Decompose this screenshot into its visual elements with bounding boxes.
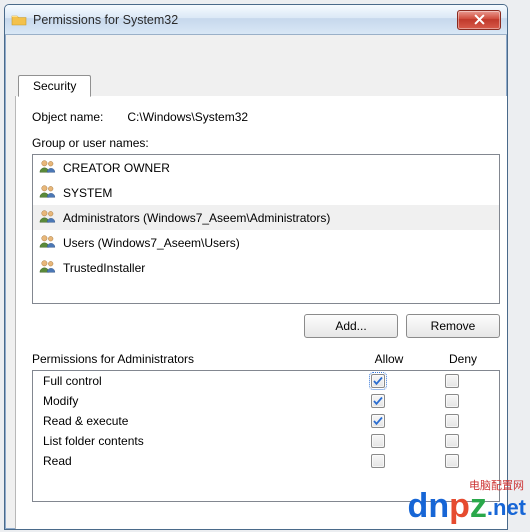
list-item[interactable]: SYSTEM [33, 180, 499, 205]
object-name-label: Object name: [32, 110, 103, 124]
permission-row: Full control [33, 371, 499, 391]
tab-security[interactable]: Security [18, 75, 91, 97]
allow-cell [341, 394, 415, 408]
object-name-row: Object name: C:\Windows\System32 [32, 110, 500, 124]
object-name-value: C:\Windows\System32 [127, 110, 248, 124]
permission-name: Full control [43, 374, 341, 388]
deny-checkbox[interactable] [445, 394, 459, 408]
deny-checkbox[interactable] [445, 434, 459, 448]
list-item[interactable]: CREATOR OWNER [33, 155, 499, 180]
add-button[interactable]: Add... [304, 314, 398, 338]
group-list-label: Group or user names: [32, 136, 500, 150]
list-item[interactable]: TrustedInstaller [33, 255, 499, 280]
permission-name: Read [43, 454, 341, 468]
user-group-icon [39, 208, 57, 227]
allow-checkbox[interactable] [371, 374, 385, 388]
folder-icon [11, 12, 27, 28]
permission-row: Read [33, 451, 499, 471]
deny-cell [415, 454, 489, 468]
allow-checkbox[interactable] [371, 394, 385, 408]
user-group-icon [39, 158, 57, 177]
deny-checkbox[interactable] [445, 414, 459, 428]
list-item-label: Administrators (Windows7_Aseem\Administr… [63, 211, 330, 225]
deny-column-header: Deny [426, 352, 500, 366]
allow-cell [341, 434, 415, 448]
deny-cell [415, 414, 489, 428]
deny-cell [415, 434, 489, 448]
permissions-header: Permissions for Administrators Allow Den… [32, 352, 500, 366]
allow-column-header: Allow [352, 352, 426, 366]
list-item[interactable]: Users (Windows7_Aseem\Users) [33, 230, 499, 255]
user-group-icon [39, 183, 57, 202]
permissions-list: Full control Modify Read & execute List fol… [32, 370, 500, 502]
deny-checkbox[interactable] [445, 374, 459, 388]
close-button[interactable] [457, 10, 501, 30]
allow-checkbox[interactable] [371, 434, 385, 448]
group-user-list[interactable]: CREATOR OWNER SYSTEM Administrators (Windo… [32, 154, 500, 304]
permission-row: Modify [33, 391, 499, 411]
window-title: Permissions for System32 [33, 13, 457, 27]
permission-row: Read & execute [33, 411, 499, 431]
list-item-label: CREATOR OWNER [63, 161, 170, 175]
allow-cell [341, 374, 415, 388]
group-buttons: Add... Remove [32, 314, 500, 338]
permission-name: Read & execute [43, 414, 341, 428]
allow-cell [341, 454, 415, 468]
list-item-label: Users (Windows7_Aseem\Users) [63, 236, 240, 250]
permission-name: List folder contents [43, 434, 341, 448]
allow-checkbox[interactable] [371, 414, 385, 428]
list-item-label: SYSTEM [63, 186, 112, 200]
allow-cell [341, 414, 415, 428]
deny-cell [415, 374, 489, 388]
titlebar: Permissions for System32 [5, 5, 507, 35]
permissions-dialog: Permissions for System32 Security Object… [4, 4, 508, 530]
list-item-label: TrustedInstaller [63, 261, 145, 275]
list-item[interactable]: Administrators (Windows7_Aseem\Administr… [33, 205, 499, 230]
deny-checkbox[interactable] [445, 454, 459, 468]
permission-row: List folder contents [33, 431, 499, 451]
permissions-for-label: Permissions for Administrators [32, 352, 352, 366]
tab-panel: Security Object name: C:\Windows\System3… [15, 96, 508, 530]
permission-name: Modify [43, 394, 341, 408]
security-pane: Object name: C:\Windows\System32 Group o… [16, 96, 508, 502]
allow-checkbox[interactable] [371, 454, 385, 468]
user-group-icon [39, 258, 57, 277]
remove-button[interactable]: Remove [406, 314, 500, 338]
user-group-icon [39, 233, 57, 252]
deny-cell [415, 394, 489, 408]
